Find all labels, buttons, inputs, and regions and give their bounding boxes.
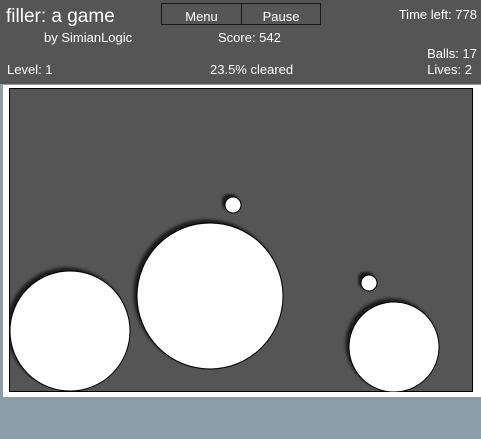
menu-button[interactable]: Menu [161, 3, 242, 25]
time-left-display: Time left: 778 [398, 7, 477, 22]
bouncing-ball [360, 274, 378, 292]
level-display: Level: 1 [7, 62, 53, 77]
balls-remaining-display: Balls: 17 [427, 46, 477, 61]
filled-circle [348, 301, 440, 392]
cleared-percent-display: 23.5% cleared [210, 62, 294, 77]
game-title: filler: a game [6, 6, 115, 27]
filled-circle [136, 222, 284, 370]
score-display: Score: 542 [218, 30, 281, 45]
filled-circle [9, 270, 131, 392]
play-field[interactable] [9, 88, 473, 392]
lives-display: Lives: 2 [427, 62, 472, 77]
author-credit: by SimianLogic [44, 30, 133, 45]
game-hud: filler: a game by SimianLogic Menu Pause… [0, 0, 481, 84]
bouncing-ball [224, 196, 242, 214]
footer-bar [0, 397, 481, 439]
play-area-frame [3, 85, 481, 397]
pause-button[interactable]: Pause [241, 3, 321, 25]
